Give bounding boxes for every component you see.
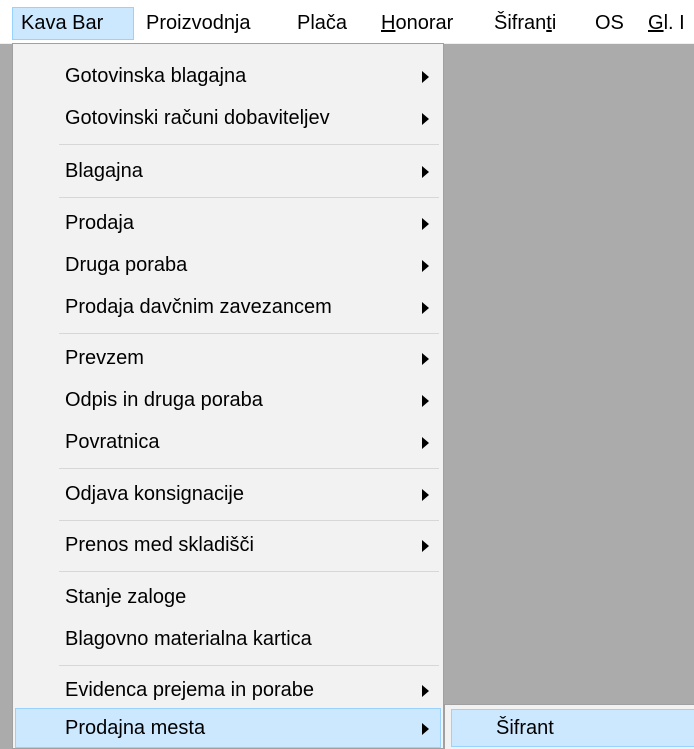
menu-item-label: Evidenca prejema in porabe [65, 679, 315, 701]
menu-item-povratnica[interactable]: Povratnica [15, 422, 441, 462]
menu-separator [59, 571, 439, 572]
submenu-arrow-icon [422, 71, 429, 83]
submenu-arrow-icon [422, 166, 429, 178]
menu-separator [59, 144, 439, 145]
menu-item-label: Druga poraba [65, 254, 188, 276]
menu-gl[interactable]: Gl. I [640, 7, 693, 40]
menu-item-blagovno-materialna-kartica[interactable]: Blagovno materialna kartica [15, 619, 441, 659]
menu-sifranti[interactable]: Šifranti [486, 7, 564, 40]
submenu-arrow-icon [422, 353, 429, 365]
menu-honorar[interactable]: Honorar [373, 7, 461, 40]
submenu-item-label: Šifrant [496, 717, 554, 739]
submenu-arrow-icon [422, 395, 429, 407]
menu-item-prodajna-mesta[interactable]: Prodajna mesta [15, 708, 441, 748]
menu-sifranti-pre: Šifran [494, 12, 547, 34]
menu-kava-bar-label: Kava Bar [21, 12, 104, 34]
menu-item-prevzem[interactable]: Prevzem [15, 338, 441, 378]
menu-item-label: Prevzem [65, 347, 144, 369]
menu-item-blagajna[interactable]: Blagajna [15, 151, 441, 191]
submenu-arrow-icon [422, 260, 429, 272]
menu-separator [59, 197, 439, 198]
menu-item-label: Prodaja [65, 212, 134, 234]
menu-item-label: Blagovno materialna kartica [65, 628, 312, 650]
menu-item-label: Prodaja davčnim zavezancem [65, 296, 332, 318]
menu-item-label: Prenos med skladišči [65, 534, 254, 556]
menu-item-label: Gotovinski računi dobaviteljev [65, 107, 330, 129]
menu-gl-rest: l. I [663, 12, 685, 34]
menu-kava-bar[interactable]: Kava Bar [12, 7, 134, 40]
menu-item-label: Blagajna [65, 160, 143, 182]
submenu-item-sifrant[interactable]: Šifrant [451, 709, 694, 747]
kava-bar-dropdown-menu: Gotovinska blagajna Gotovinski računi do… [12, 43, 444, 749]
submenu-arrow-icon [422, 723, 429, 735]
menu-gl-mnemonic: G [648, 12, 664, 34]
submenu-arrow-icon [422, 437, 429, 449]
menu-item-stanje-zaloge[interactable]: Stanje zaloge [15, 577, 441, 617]
menu-item-odjava-konsignacije[interactable]: Odjava konsignacije [15, 474, 441, 514]
menu-separator [59, 333, 439, 334]
menu-separator [59, 665, 439, 666]
menu-item-druga-poraba[interactable]: Druga poraba [15, 245, 441, 285]
menu-proizvodnja[interactable]: Proizvodnja [138, 7, 259, 40]
menu-item-prodaja-davcnim-zavezancem[interactable]: Prodaja davčnim zavezancem [15, 287, 441, 327]
menu-placa[interactable]: Plača [289, 7, 355, 40]
menu-item-label: Gotovinska blagajna [65, 65, 247, 87]
menu-item-odpis[interactable]: Odpis in druga poraba [15, 380, 441, 420]
menu-item-gotovinski-racuni[interactable]: Gotovinski računi dobaviteljev [15, 98, 441, 138]
menu-item-prenos-med-skladisci[interactable]: Prenos med skladišči [15, 525, 441, 565]
menu-item-label: Povratnica [65, 431, 160, 453]
menu-item-evidenca-prejema[interactable]: Evidenca prejema in porabe [15, 670, 441, 710]
menu-placa-label: Plača [297, 12, 348, 34]
submenu-arrow-icon [422, 540, 429, 552]
submenu-arrow-icon [422, 113, 429, 125]
submenu-arrow-icon [422, 302, 429, 314]
menu-honorar-rest: onorar [395, 12, 454, 34]
menu-item-label: Odjava konsignacije [65, 483, 244, 505]
menu-item-label: Prodajna mesta [65, 717, 206, 739]
submenu-arrow-icon [422, 218, 429, 230]
menu-proizvodnja-label: Proizvodnja [146, 12, 251, 34]
menu-bar: Kava Bar Proizvodnja Plača Honorar Šifra… [0, 0, 694, 44]
menu-item-gotovinska-blagajna[interactable]: Gotovinska blagajna [15, 56, 441, 96]
prodajna-mesta-submenu: Šifrant [444, 704, 694, 749]
menu-separator [59, 468, 439, 469]
menu-separator [59, 520, 439, 521]
menu-sifranti-rest: i [551, 12, 557, 34]
menu-item-prodaja[interactable]: Prodaja [15, 203, 441, 243]
menu-os-label: OS [595, 12, 624, 34]
menu-item-label: Stanje zaloge [65, 586, 187, 608]
submenu-arrow-icon [422, 685, 429, 697]
menu-os[interactable]: OS [587, 7, 632, 40]
menu-honorar-mnemonic: H [381, 12, 396, 34]
submenu-arrow-icon [422, 489, 429, 501]
menu-item-label: Odpis in druga poraba [65, 389, 263, 411]
